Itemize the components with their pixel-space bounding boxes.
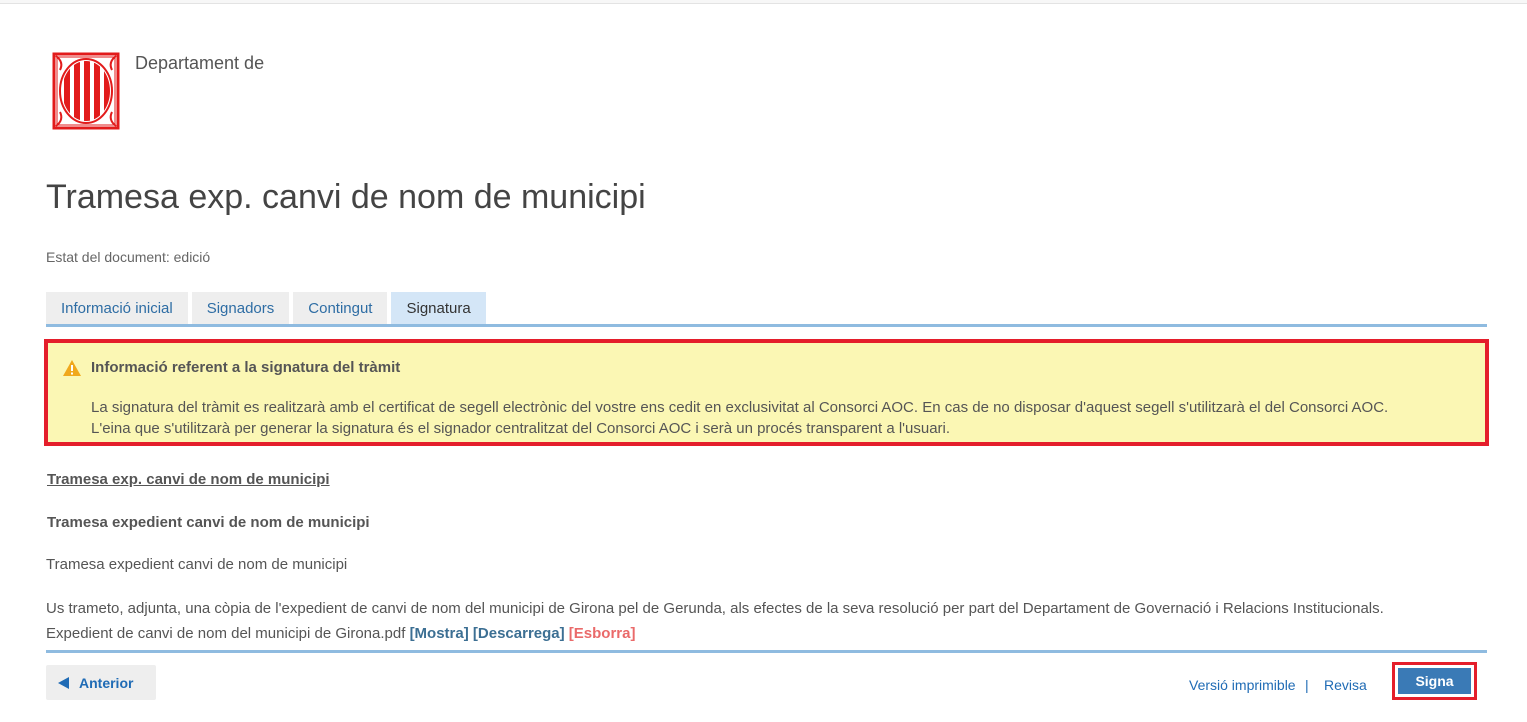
review-link[interactable]: Revisa bbox=[1324, 677, 1367, 693]
alert-line-2: L'eina que s'utilitzarà per generar la s… bbox=[91, 420, 951, 437]
sign-button[interactable]: Signa bbox=[1398, 668, 1471, 694]
document-subtitle: Tramesa expedient canvi de nom de munici… bbox=[47, 514, 370, 531]
tab-informacio-inicial[interactable]: Informació inicial bbox=[46, 292, 188, 324]
attachment-row: Expedient de canvi de nom del municipi d… bbox=[46, 625, 635, 642]
document-title-link[interactable]: Tramesa exp. canvi de nom de municipi bbox=[47, 471, 330, 488]
sign-button-highlight: Signa bbox=[1392, 662, 1477, 700]
show-attachment-link[interactable]: [Mostra] bbox=[410, 625, 469, 642]
arrow-left-icon bbox=[58, 676, 69, 689]
printable-version-link[interactable]: Versió imprimible bbox=[1189, 677, 1296, 693]
link-separator: | bbox=[1305, 677, 1309, 693]
document-body: Us trameto, adjunta, una còpia de l'expe… bbox=[46, 600, 1384, 617]
footer-divider bbox=[46, 650, 1487, 653]
delete-attachment-link[interactable]: [Esborra] bbox=[569, 625, 636, 642]
tab-contingut[interactable]: Contingut bbox=[293, 292, 388, 324]
tabs-divider bbox=[46, 324, 1487, 327]
download-attachment-link[interactable]: [Descarrega] bbox=[473, 625, 565, 642]
tab-signatura[interactable]: Signatura bbox=[391, 292, 486, 324]
top-border bbox=[0, 0, 1527, 4]
document-summary: Tramesa expedient canvi de nom de munici… bbox=[46, 556, 348, 573]
signature-info-alert: Informació referent a la signatura del t… bbox=[44, 339, 1489, 446]
alert-line-1: La signatura del tràmit es realitzarà am… bbox=[91, 399, 1389, 416]
previous-button-label: Anterior bbox=[79, 674, 134, 691]
tab-bar: Informació inicial Signadors Contingut S… bbox=[46, 292, 486, 324]
department-name: Departament de bbox=[135, 53, 265, 73]
generalitat-logo-icon bbox=[52, 52, 120, 130]
alert-title: Informació referent a la signatura del t… bbox=[91, 359, 401, 376]
warning-icon bbox=[62, 359, 82, 377]
previous-button[interactable]: Anterior bbox=[46, 665, 156, 700]
tab-signadors[interactable]: Signadors bbox=[191, 292, 290, 324]
page-title: Tramesa exp. canvi de nom de municipi bbox=[46, 178, 646, 216]
attachment-filename: Expedient de canvi de nom del municipi d… bbox=[46, 625, 406, 642]
document-state: Estat del document: edició bbox=[46, 249, 211, 265]
alert-body: La signatura del tràmit es realitzarà am… bbox=[91, 397, 1388, 439]
